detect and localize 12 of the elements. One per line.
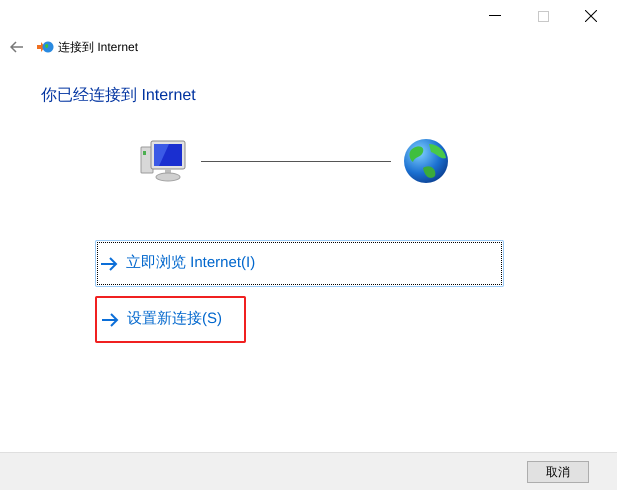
cancel-button[interactable]: 取消 — [527, 460, 589, 482]
globe-arrow-icon — [36, 40, 54, 54]
window-title: 连接到 Internet — [58, 39, 138, 56]
command-link[interactable]: 立即浏览 Internet(I) — [95, 240, 504, 287]
back-button[interactable] — [10, 41, 24, 53]
arrow-icon — [101, 312, 119, 326]
status-heading: 你已经连接到 Internet — [41, 87, 196, 104]
arrow-icon — [100, 256, 118, 270]
command-link[interactable]: 设置新连接(S) — [95, 296, 246, 343]
globe-icon — [403, 138, 449, 184]
minimize-icon — [489, 15, 501, 17]
maximize-icon — [538, 10, 548, 22]
